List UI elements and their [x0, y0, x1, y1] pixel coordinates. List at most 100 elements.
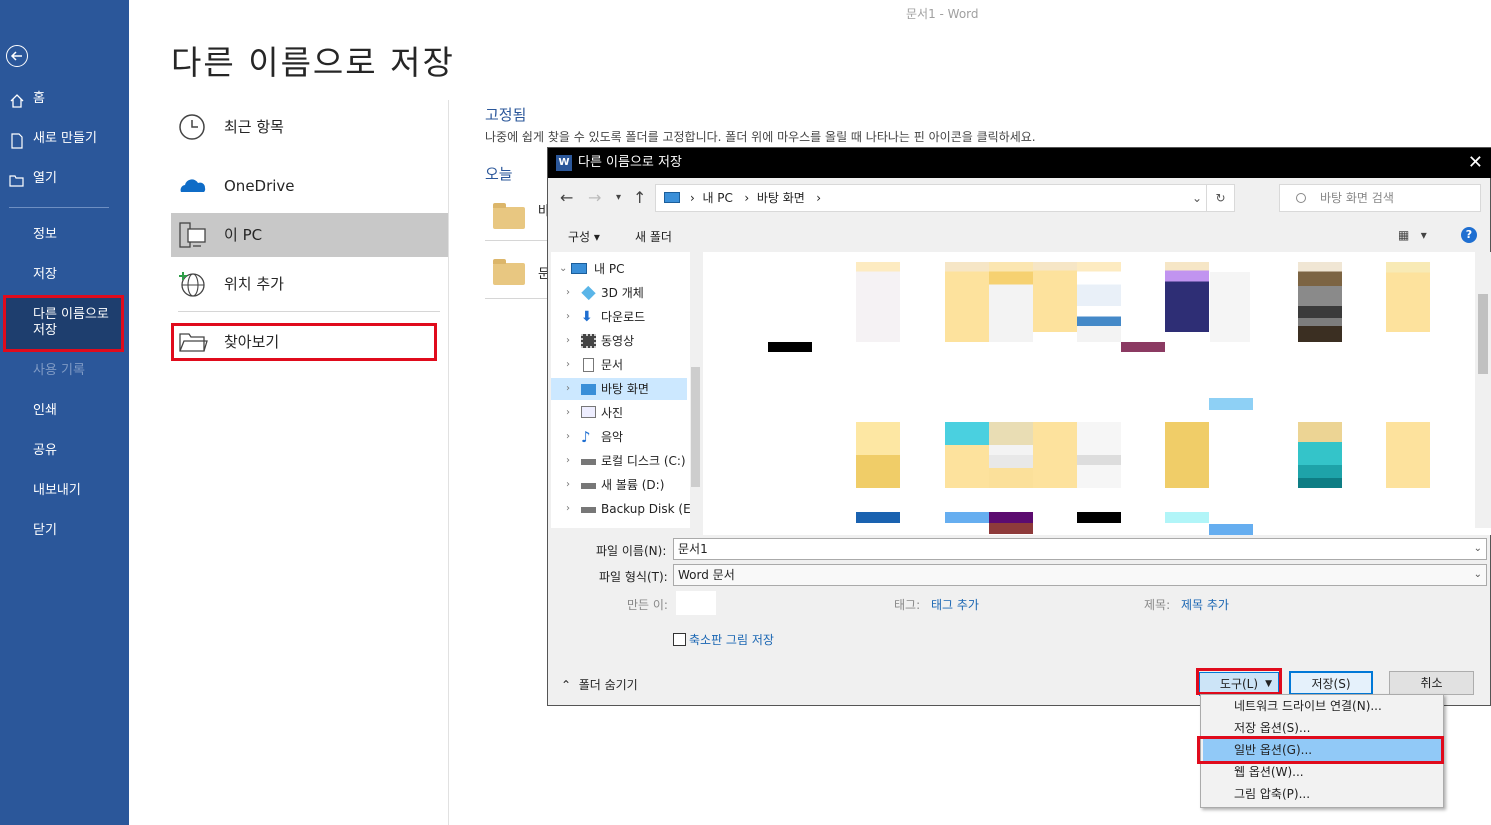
- pinned-heading: 고정됨: [485, 106, 527, 124]
- file-item[interactable]: [856, 262, 900, 342]
- nav-print[interactable]: 인쇄: [0, 396, 129, 426]
- tree-item-downloads[interactable]: › ⬇ 다운로드: [551, 306, 687, 328]
- file-item[interactable]: [1298, 422, 1342, 488]
- file-item[interactable]: [856, 422, 900, 488]
- view-options-button[interactable]: ▦ ▾: [1398, 228, 1427, 242]
- file-item[interactable]: [1077, 262, 1121, 342]
- recent-locations-chevron-icon[interactable]: ▾: [616, 192, 621, 203]
- file-item[interactable]: [1165, 262, 1209, 332]
- file-item-label: [1209, 524, 1253, 535]
- search-input[interactable]: 바탕 화면 검색: [1279, 184, 1481, 212]
- tree-item-desktop[interactable]: › 바탕 화면: [551, 378, 687, 400]
- nav-open[interactable]: 열기: [0, 164, 129, 194]
- file-item[interactable]: [1386, 262, 1430, 332]
- refresh-icon[interactable]: ↻: [1206, 185, 1234, 211]
- tree-item-this-pc[interactable]: ⌄ 내 PC: [551, 258, 624, 280]
- new-document-icon: [9, 131, 25, 149]
- music-icon: ♪: [581, 428, 591, 446]
- tree-item-3d-objects[interactable]: › 3D 개체: [551, 282, 687, 304]
- local-disk-icon: [581, 459, 596, 465]
- chevron-down-icon[interactable]: ⌄: [1474, 539, 1482, 559]
- nav-save[interactable]: 저장: [0, 260, 129, 290]
- menu-compress-pictures[interactable]: 그림 압축(P)...: [1203, 783, 1441, 805]
- nav-new[interactable]: 새로 만들기: [0, 124, 129, 154]
- location-add-place[interactable]: 위치 추가: [171, 262, 448, 306]
- address-bar[interactable]: › 내 PC › 바탕 화면 › ⌄ ↻: [655, 184, 1235, 212]
- tree-scrollbar[interactable]: [690, 252, 701, 528]
- file-item[interactable]: [945, 422, 989, 488]
- file-list[interactable]: [703, 252, 1491, 535]
- save-thumbnail-checkbox[interactable]: [673, 633, 686, 646]
- author-input[interactable]: [676, 591, 716, 615]
- address-part-desktop[interactable]: 바탕 화면: [757, 191, 805, 205]
- location-onedrive[interactable]: OneDrive: [171, 164, 448, 208]
- chevron-down-icon[interactable]: ⌄: [1474, 565, 1482, 585]
- tree-item-backup-disk-e[interactable]: › Backup Disk (E:): [551, 498, 699, 520]
- nav-export-label: 내보내기: [33, 483, 81, 498]
- file-item[interactable]: [1386, 422, 1430, 488]
- file-item[interactable]: [1033, 262, 1077, 332]
- back-arrow-icon[interactable]: [6, 45, 28, 67]
- close-icon[interactable]: ✕: [1468, 148, 1483, 178]
- tree-item-documents[interactable]: › 문서: [551, 354, 687, 376]
- location-recent-label: 최근 항목: [224, 118, 284, 136]
- chevron-down-icon[interactable]: ⌄: [1192, 185, 1202, 211]
- video-icon: [581, 334, 596, 348]
- nav-export[interactable]: 내보내기: [0, 476, 129, 506]
- nav-home[interactable]: 홈: [0, 84, 129, 114]
- desktop-icon: [581, 384, 596, 395]
- add-tag-link[interactable]: 태그 추가: [931, 596, 979, 613]
- nav-close[interactable]: 닫기: [0, 516, 129, 546]
- nav-share[interactable]: 공유: [0, 436, 129, 466]
- filetype-label: 파일 형식(T):: [599, 570, 668, 584]
- organize-button[interactable]: 구성 ▾: [568, 228, 600, 245]
- filename-input[interactable]: 문서1 ⌄: [673, 538, 1487, 560]
- menu-map-network-drive[interactable]: 네트워크 드라이브 연결(N)...: [1203, 695, 1441, 717]
- file-list-scrollbar[interactable]: [1475, 252, 1491, 528]
- up-arrow-icon[interactable]: ↑: [633, 188, 646, 207]
- new-folder-button[interactable]: 새 폴더: [635, 228, 672, 245]
- file-item[interactable]: [945, 262, 989, 342]
- address-part-pc[interactable]: 내 PC: [702, 191, 732, 205]
- cancel-button[interactable]: 취소: [1389, 671, 1474, 695]
- filename-label: 파일 이름(N):: [596, 544, 667, 558]
- filetype-value: Word 문서: [678, 568, 735, 582]
- menu-web-options[interactable]: 웹 옵션(W)...: [1203, 761, 1441, 783]
- file-item[interactable]: [1033, 422, 1077, 488]
- nav-home-label: 홈: [33, 91, 45, 106]
- file-item[interactable]: [989, 262, 1033, 342]
- address-separator-icon: ›: [808, 191, 822, 205]
- tree-item-local-disk-c[interactable]: › 로컬 디스크 (C:): [551, 450, 687, 472]
- file-item[interactable]: [1298, 262, 1342, 342]
- tree-item-videos[interactable]: › 동영상: [551, 330, 687, 352]
- filetype-select[interactable]: Word 문서 ⌄: [673, 564, 1487, 586]
- add-title-link[interactable]: 제목 추가: [1181, 596, 1229, 613]
- highlight-box: [1196, 668, 1282, 695]
- file-item[interactable]: [989, 422, 1033, 488]
- doc-title-label: 제목:: [1144, 598, 1171, 612]
- location-recent[interactable]: 최근 항목: [171, 105, 448, 149]
- file-item[interactable]: [1165, 422, 1209, 488]
- file-item[interactable]: [1077, 422, 1121, 488]
- scrollbar-thumb[interactable]: [1478, 294, 1488, 374]
- tree-item-volume-d[interactable]: › 새 볼륨 (D:): [551, 474, 687, 496]
- file-item[interactable]: [1210, 272, 1250, 342]
- tree-item-label: 3D 개체: [601, 286, 644, 300]
- location-this-pc[interactable]: 이 PC: [171, 213, 448, 257]
- back-arrow-icon[interactable]: ←: [560, 188, 573, 207]
- address-separator-icon: ›: [690, 191, 703, 205]
- location-onedrive-label: OneDrive: [224, 177, 295, 195]
- nav-info-label: 정보: [33, 227, 57, 242]
- hide-folders-button[interactable]: ⌃ 폴더 숨기기: [561, 676, 638, 693]
- save-button[interactable]: 저장(S): [1289, 671, 1373, 695]
- drive-icon: [581, 507, 596, 513]
- save-thumbnail-label[interactable]: 축소판 그림 저장: [689, 631, 774, 648]
- nav-info[interactable]: 정보: [0, 220, 129, 250]
- scrollbar-thumb[interactable]: [691, 367, 700, 487]
- documents-icon: [583, 358, 594, 372]
- tree-item-music[interactable]: › ♪ 음악: [551, 426, 687, 448]
- forward-arrow-icon[interactable]: →: [588, 188, 601, 207]
- help-icon[interactable]: ?: [1461, 227, 1477, 243]
- tree-item-pictures[interactable]: › 사진: [551, 402, 687, 424]
- file-item-label: [1121, 342, 1165, 352]
